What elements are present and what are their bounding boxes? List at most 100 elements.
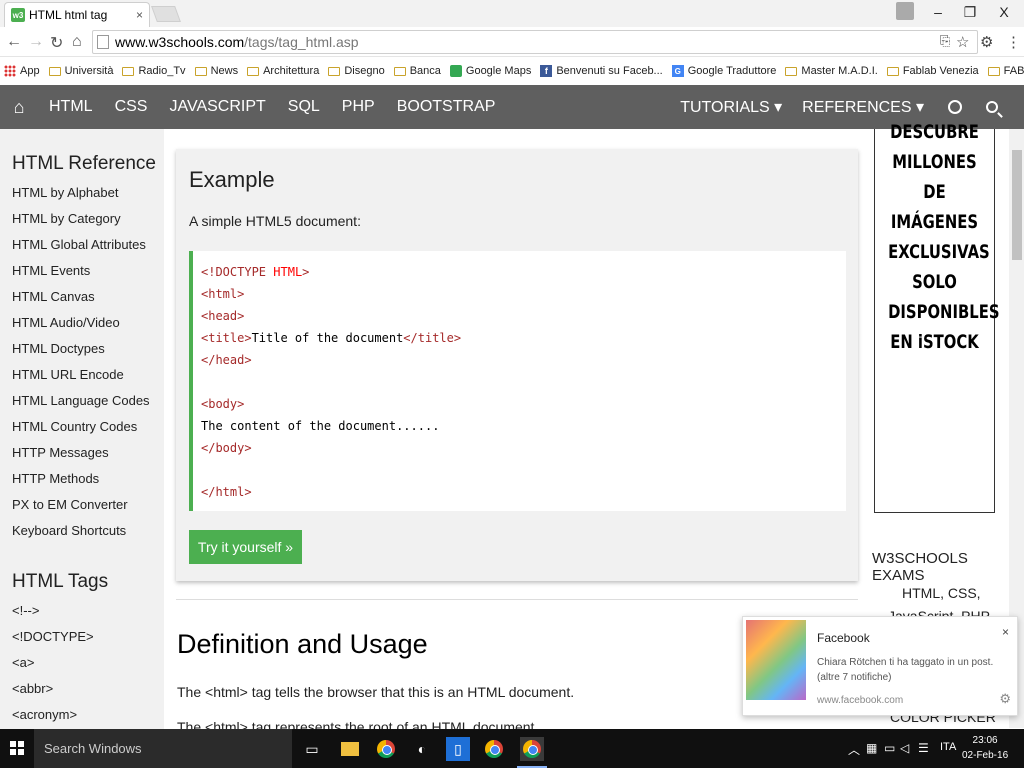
sidebar-link[interactable]: HTML Country Codes: [12, 419, 164, 445]
ad-line: EN iSTOCK: [890, 331, 979, 353]
globe-icon[interactable]: [948, 100, 962, 114]
bookmark-item[interactable]: Università: [48, 65, 114, 77]
forward-arrow-icon[interactable]: →: [28, 33, 44, 51]
windows-start-icon[interactable]: [10, 741, 24, 755]
sidebar-link[interactable]: Keyboard Shortcuts: [12, 523, 164, 549]
bookmark-item[interactable]: Radio_Tv: [122, 65, 186, 77]
bookmark-item[interactable]: Banca: [393, 65, 441, 77]
nav-css[interactable]: CSS: [104, 98, 159, 116]
tab-close-icon[interactable]: ×: [136, 8, 143, 22]
language-indicator[interactable]: ITA: [940, 741, 956, 753]
scrollbar-thumb[interactable]: [1012, 150, 1022, 260]
sidebar-heading-tags: HTML Tags: [12, 571, 109, 592]
sidebar: HTML Reference HTML by Alphabet HTML by C…: [0, 129, 164, 729]
minimize-button[interactable]: –: [922, 0, 954, 24]
nav-bootstrap[interactable]: BOOTSTRAP: [386, 98, 507, 116]
bookmark-item[interactable]: Architettura: [247, 65, 319, 77]
sidebar-link[interactable]: HTML Language Codes: [12, 393, 164, 419]
reload-icon[interactable]: ↻: [50, 33, 63, 53]
sidebar-link[interactable]: HTTP Messages: [12, 445, 164, 471]
battery-icon[interactable]: ▭: [884, 741, 895, 755]
close-icon[interactable]: ×: [1002, 625, 1009, 639]
chrome-icon[interactable]: [374, 737, 398, 761]
back-arrow-icon[interactable]: ←: [6, 33, 22, 51]
clock-date: 02-Feb-16: [962, 750, 1009, 761]
extension-gear-icon[interactable]: ⚙: [980, 33, 993, 51]
network-icon[interactable]: ▦: [866, 741, 877, 755]
task-view-icon[interactable]: ▭: [300, 737, 324, 761]
bookmark-label: Architettura: [263, 65, 320, 77]
sidebar-tag-link[interactable]: <a>: [12, 655, 164, 681]
bookmark-item[interactable]: News: [194, 65, 238, 77]
nav-references[interactable]: REFERENCES ▾: [792, 97, 934, 117]
address-bar[interactable]: www.w3schools.com /tags/tag_html.asp: [92, 30, 978, 54]
clock[interactable]: 23:06 02-Feb-16: [962, 733, 1008, 763]
menu-icon[interactable]: ⋮: [1006, 33, 1021, 51]
user-profile-icon[interactable]: [896, 2, 914, 20]
bookmarks-bar: App Università Radio_Tv News Architettura Dis…: [0, 58, 1024, 84]
taskbar-search[interactable]: Search Windows: [34, 729, 292, 768]
nav-tutorials[interactable]: TUTORIALS ▾: [670, 97, 792, 117]
browser-tab[interactable]: w3 HTML html tag ×: [4, 2, 150, 27]
bookmark-item[interactable]: Fablab Venezia: [886, 65, 979, 77]
folder-icon: [886, 66, 899, 76]
bookmark-item[interactable]: FABACADEMY2016: [987, 65, 1024, 77]
google-maps-icon: [449, 65, 462, 77]
action-center-icon[interactable]: ☰: [918, 741, 929, 755]
tray-chevron-icon[interactable]: ︿: [848, 741, 860, 758]
file-explorer-icon[interactable]: [338, 737, 362, 761]
ad-text: DESCUBRE MILLONES DE IMÁGENES EXCLUSIVAS SOL…: [875, 117, 999, 357]
nav-html[interactable]: HTML: [38, 98, 104, 116]
sidebar-link[interactable]: HTML by Category: [12, 211, 164, 237]
translate-icon[interactable]: ⎘: [940, 33, 950, 49]
sidebar-link[interactable]: HTML Canvas: [12, 289, 164, 315]
sidebar-link[interactable]: HTTP Methods: [12, 471, 164, 497]
sidebar-tag-link[interactable]: <!DOCTYPE>: [12, 629, 164, 655]
home-icon[interactable]: ⌂: [0, 97, 38, 118]
close-window-button[interactable]: X: [988, 0, 1020, 24]
bookmark-item[interactable]: G Google Traduttore: [671, 65, 776, 77]
code-line: The content of the document......: [201, 419, 440, 433]
facebook-icon: f: [540, 65, 553, 77]
app-icon[interactable]: ◐: [410, 737, 434, 761]
nav-php[interactable]: PHP: [331, 98, 386, 116]
sidebar-tag-link[interactable]: <abbr>: [12, 681, 164, 707]
folder-icon: [48, 66, 61, 76]
bookmark-item[interactable]: f Benvenuti su Faceb...: [540, 65, 663, 77]
bookmark-item[interactable]: Master M.A.D.I.: [785, 65, 878, 77]
search-icon[interactable]: [986, 101, 998, 113]
istock-advertisement[interactable]: DESCUBRE MILLONES DE IMÁGENES EXCLUSIVAS SOL…: [874, 121, 999, 513]
bookmark-item[interactable]: App: [4, 65, 40, 77]
nav-javascript[interactable]: JAVASCRIPT: [158, 98, 276, 116]
facebook-notification[interactable]: Facebook Chiara Rötchen ti ha taggato in…: [742, 616, 1018, 716]
sidebar-link[interactable]: HTML Audio/Video: [12, 315, 164, 341]
bookmark-label: Università: [64, 65, 114, 77]
sidebar-link[interactable]: HTML by Alphabet: [12, 185, 164, 211]
chrome-active-icon[interactable]: [520, 737, 544, 761]
sidebar-link[interactable]: HTML URL Encode: [12, 367, 164, 393]
new-tab-button[interactable]: [151, 6, 181, 22]
bookmark-item[interactable]: Disegno: [328, 65, 385, 77]
settings-gear-icon[interactable]: ⚙: [999, 691, 1011, 707]
store-icon[interactable]: ▯: [446, 737, 470, 761]
google-translate-icon: G: [671, 65, 684, 77]
sidebar-link[interactable]: HTML Global Attributes: [12, 237, 164, 263]
bookmark-item[interactable]: Google Maps: [449, 65, 531, 77]
restore-button[interactable]: ❐: [954, 0, 986, 24]
sidebar-link[interactable]: PX to EM Converter: [12, 497, 164, 523]
bookmark-star-icon[interactable]: ☆: [956, 33, 969, 51]
folder-icon: [393, 66, 406, 76]
sidebar-tag-link[interactable]: <!-->: [12, 603, 164, 629]
sidebar-link[interactable]: HTML Doctypes: [12, 341, 164, 367]
try-it-yourself-button[interactable]: Try it yourself »: [189, 530, 302, 564]
sidebar-link[interactable]: HTML Events: [12, 263, 164, 289]
volume-icon[interactable]: ◁: [900, 741, 909, 755]
folder-icon: [785, 66, 798, 76]
home-icon[interactable]: ⌂: [72, 33, 82, 51]
code-line: </head>: [201, 353, 252, 367]
clock-time: 23:06: [972, 735, 998, 746]
nav-sql[interactable]: SQL: [277, 98, 331, 116]
url-host: www.w3schools.com: [115, 34, 245, 50]
chrome-icon[interactable]: [482, 737, 506, 761]
